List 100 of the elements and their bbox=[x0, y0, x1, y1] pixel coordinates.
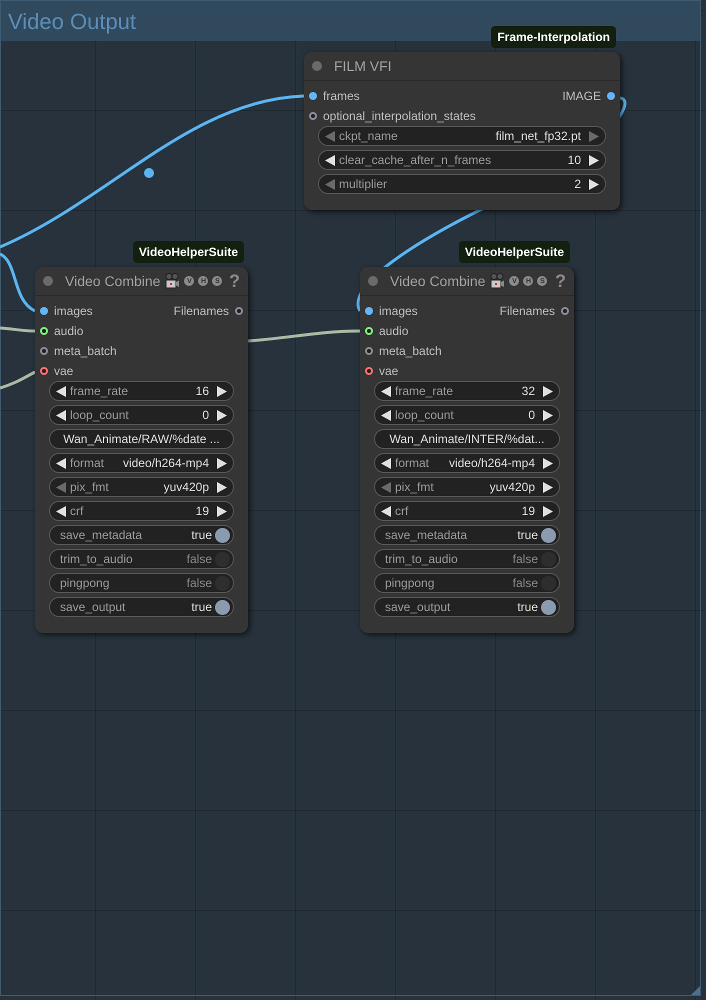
output-slot[interactable] bbox=[607, 92, 615, 100]
widget-value: video/h264-mp4 bbox=[122, 455, 209, 472]
combo-widget[interactable]: pix_fmt yuv420p bbox=[374, 477, 560, 497]
widget-label: crf bbox=[70, 503, 84, 520]
left-arrow-icon[interactable] bbox=[56, 506, 66, 516]
number-widget[interactable]: crf 19 bbox=[49, 501, 234, 521]
number-widget[interactable]: multiplier 2 bbox=[318, 174, 606, 194]
widget-value: true bbox=[517, 527, 538, 544]
number-widget[interactable]: loop_count 0 bbox=[374, 405, 560, 425]
toggle-knob[interactable] bbox=[541, 528, 556, 542]
right-arrow-icon[interactable] bbox=[589, 154, 599, 166]
input-slot[interactable] bbox=[40, 347, 48, 355]
node-title: Video Combine bbox=[390, 272, 486, 290]
right-arrow-icon[interactable] bbox=[543, 386, 553, 396]
toggle-knob[interactable] bbox=[215, 552, 230, 566]
right-arrow-icon[interactable] bbox=[543, 458, 553, 468]
help-button[interactable]: ? bbox=[229, 272, 240, 290]
widget-label: clear_cache_after_n_frames bbox=[339, 152, 492, 169]
widget-value: 16 bbox=[196, 383, 209, 400]
output-slot[interactable] bbox=[561, 307, 569, 315]
node-title: FILM VFI bbox=[334, 56, 392, 76]
right-arrow-icon[interactable] bbox=[217, 410, 227, 420]
slot-label: vae bbox=[379, 363, 398, 380]
toggle-knob[interactable] bbox=[215, 576, 230, 590]
toggle-widget[interactable]: save_metadata true bbox=[374, 525, 560, 545]
widget-value: 0 bbox=[202, 407, 209, 424]
widget-value: 32 bbox=[522, 383, 535, 400]
input-slot[interactable] bbox=[365, 367, 373, 375]
widget-label: format bbox=[70, 455, 104, 472]
toggle-knob[interactable] bbox=[541, 600, 556, 614]
toggle-widget[interactable]: save_metadata true bbox=[49, 525, 234, 545]
right-arrow-icon[interactable] bbox=[543, 482, 553, 492]
right-arrow-icon[interactable] bbox=[543, 506, 553, 516]
slot-label: images bbox=[54, 303, 93, 320]
toggle-knob[interactable] bbox=[215, 528, 230, 542]
input-slot[interactable] bbox=[309, 112, 317, 120]
number-widget[interactable]: frame_rate 32 bbox=[374, 381, 560, 401]
number-widget[interactable]: clear_cache_after_n_frames 10 bbox=[318, 150, 606, 170]
text-widget[interactable]: Wan_Animate/RAW/%date ... bbox=[49, 429, 234, 449]
widget-value: 19 bbox=[522, 503, 535, 520]
left-arrow-icon[interactable] bbox=[381, 458, 391, 468]
widget-label: frame_rate bbox=[395, 383, 454, 400]
help-button[interactable]: ? bbox=[555, 272, 566, 290]
left-arrow-icon[interactable] bbox=[56, 386, 66, 396]
output-slot[interactable] bbox=[235, 307, 243, 315]
widget-value: Wan_Animate/RAW/%date ... bbox=[62, 431, 221, 448]
left-arrow-icon[interactable] bbox=[56, 458, 66, 468]
toggle-widget[interactable]: pingpong false bbox=[49, 573, 234, 593]
widget-value: 0 bbox=[528, 407, 535, 424]
input-slot[interactable] bbox=[40, 367, 48, 375]
left-arrow-icon[interactable] bbox=[381, 410, 391, 420]
widget-label: pingpong bbox=[60, 575, 110, 592]
number-widget[interactable]: loop_count 0 bbox=[49, 405, 234, 425]
right-arrow-icon[interactable] bbox=[589, 178, 599, 190]
combo-widget[interactable]: format video/h264-mp4 bbox=[49, 453, 234, 473]
collapse-dot[interactable] bbox=[312, 61, 322, 71]
toggle-widget[interactable]: trim_to_audio false bbox=[374, 549, 560, 569]
right-arrow-icon[interactable] bbox=[217, 506, 227, 516]
input-slot[interactable] bbox=[40, 307, 48, 315]
widget-value: true bbox=[191, 599, 212, 616]
node-title: Video Combine bbox=[65, 272, 160, 290]
right-arrow-icon[interactable] bbox=[217, 458, 227, 468]
toggle-widget[interactable]: save_output true bbox=[374, 597, 560, 617]
widget-value: 10 bbox=[568, 152, 581, 169]
widget-label: trim_to_audio bbox=[60, 551, 133, 568]
combo-widget[interactable]: pix_fmt yuv420p bbox=[49, 477, 234, 497]
source-badge: VideoHelperSuite bbox=[132, 241, 244, 263]
slot-label: audio bbox=[54, 323, 84, 340]
widget-label: ckpt_name bbox=[339, 128, 398, 145]
toggle-knob[interactable] bbox=[215, 600, 230, 614]
left-arrow-icon[interactable] bbox=[56, 410, 66, 420]
collapse-dot[interactable] bbox=[368, 276, 378, 286]
input-slot[interactable] bbox=[365, 347, 373, 355]
left-arrow-icon[interactable] bbox=[381, 386, 391, 396]
widget-label: loop_count bbox=[395, 407, 454, 424]
left-arrow-icon[interactable] bbox=[325, 154, 335, 166]
slot-label: Filenames bbox=[174, 303, 229, 320]
widget-value: true bbox=[517, 599, 538, 616]
left-arrow-icon[interactable] bbox=[381, 506, 391, 516]
right-arrow-icon[interactable] bbox=[543, 410, 553, 420]
toggle-widget[interactable]: pingpong false bbox=[374, 573, 560, 593]
widget-label: format bbox=[395, 455, 430, 472]
right-arrow-icon[interactable] bbox=[217, 386, 227, 396]
toggle-knob[interactable] bbox=[541, 552, 556, 566]
number-widget[interactable]: crf 19 bbox=[374, 501, 560, 521]
input-slot[interactable] bbox=[365, 307, 373, 315]
toggle-widget[interactable]: trim_to_audio false bbox=[49, 549, 234, 569]
right-arrow-icon[interactable] bbox=[217, 482, 227, 492]
widget-value: 19 bbox=[196, 503, 209, 520]
resize-handle[interactable] bbox=[691, 986, 700, 995]
widget-label: save_output bbox=[60, 599, 126, 616]
slot-label: optional_interpolation_states bbox=[323, 108, 476, 125]
text-widget[interactable]: Wan_Animate/INTER/%dat... bbox=[374, 429, 560, 449]
input-slot[interactable] bbox=[309, 92, 317, 100]
number-widget[interactable]: frame_rate 16 bbox=[49, 381, 234, 401]
widget-label: save_metadata bbox=[60, 527, 142, 544]
combo-widget[interactable]: format video/h264-mp4 bbox=[374, 453, 560, 473]
toggle-widget[interactable]: save_output true bbox=[49, 597, 234, 617]
collapse-dot[interactable] bbox=[43, 276, 53, 286]
toggle-knob[interactable] bbox=[541, 576, 556, 590]
